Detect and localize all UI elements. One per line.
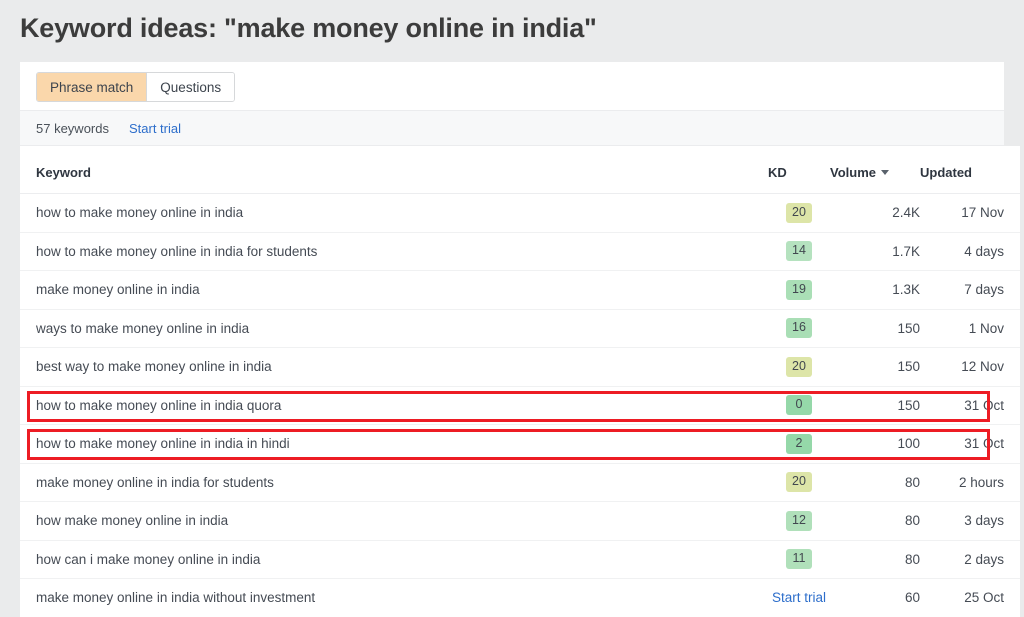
cell-kd: 20 bbox=[768, 193, 830, 233]
cell-volume: 80 bbox=[830, 501, 920, 541]
cell-updated: 31 Oct bbox=[920, 386, 1020, 425]
cell-keyword[interactable]: make money online in india bbox=[20, 270, 768, 310]
start-trial-link-meta[interactable]: Start trial bbox=[129, 121, 181, 136]
caret-down-icon bbox=[881, 170, 889, 175]
cell-updated: 25 Oct bbox=[920, 578, 1020, 617]
kd-badge: 12 bbox=[786, 510, 812, 531]
cell-updated: 17 Nov bbox=[920, 193, 1020, 233]
kd-badge: 0 bbox=[786, 395, 812, 416]
cell-keyword[interactable]: how to make money online in india quora bbox=[20, 386, 768, 425]
cell-keyword[interactable]: how can i make money online in india bbox=[20, 540, 768, 579]
keyword-ideas-page: Keyword ideas: "make money online in ind… bbox=[0, 0, 1024, 617]
cell-keyword[interactable]: best way to make money online in india bbox=[20, 347, 768, 387]
table-row[interactable]: how to make money online in india 20 2.4K 1… bbox=[20, 193, 1020, 233]
cell-updated: 2 days bbox=[920, 540, 1020, 579]
table-row[interactable]: make money online in india without inves… bbox=[20, 578, 1020, 617]
cell-kd: 19 bbox=[768, 270, 830, 310]
cell-volume: 1.3K bbox=[830, 270, 920, 310]
cell-keyword[interactable]: make money online in india for students bbox=[20, 463, 768, 502]
cell-updated: 2 hours bbox=[920, 463, 1020, 502]
column-header-updated[interactable]: Updated bbox=[920, 146, 1020, 194]
kd-badge: 11 bbox=[786, 549, 812, 570]
table-row[interactable]: make money online in india 19 1.3K 7 days bbox=[20, 270, 1020, 310]
cell-volume: 80 bbox=[830, 463, 920, 502]
column-header-volume-label: Volume bbox=[830, 165, 876, 180]
cell-kd: 16 bbox=[768, 309, 830, 348]
keyword-table: Keyword KD Volume Updated how to make mo… bbox=[20, 146, 1020, 617]
tabs-bar: Phrase match Questions bbox=[20, 62, 1004, 110]
kd-badge: 20 bbox=[786, 472, 812, 493]
keyword-table-body: how to make money online in india 20 2.4K 1… bbox=[20, 193, 1020, 617]
column-header-kd[interactable]: KD bbox=[768, 146, 830, 194]
cell-volume: 1.7K bbox=[830, 232, 920, 271]
cell-keyword[interactable]: how to make money online in india bbox=[20, 193, 768, 233]
cell-updated: 31 Oct bbox=[920, 424, 1020, 464]
results-meta-bar: 57 keywords Start trial bbox=[20, 110, 1004, 146]
cell-keyword[interactable]: how to make money online in india in hin… bbox=[20, 424, 768, 464]
keyword-table-header: Keyword KD Volume Updated bbox=[20, 146, 1020, 194]
table-row[interactable]: ways to make money online in india 16 150 1… bbox=[20, 309, 1020, 348]
table-header-row: Keyword KD Volume Updated bbox=[20, 146, 1020, 194]
cell-kd: 20 bbox=[768, 463, 830, 502]
cell-updated: 3 days bbox=[920, 501, 1020, 541]
tab-questions[interactable]: Questions bbox=[146, 73, 235, 101]
kd-badge: 16 bbox=[786, 318, 812, 339]
table-row[interactable]: how make money online in india 12 80 3 days bbox=[20, 501, 1020, 541]
column-header-volume[interactable]: Volume bbox=[830, 146, 920, 194]
page-title: Keyword ideas: "make money online in ind… bbox=[20, 13, 597, 43]
cell-keyword[interactable]: ways to make money online in india bbox=[20, 309, 768, 348]
kd-badge: 14 bbox=[786, 241, 812, 262]
table-row[interactable]: best way to make money online in india 20… bbox=[20, 347, 1020, 387]
cell-volume: 60 bbox=[830, 578, 920, 617]
cell-volume: 2.4K bbox=[830, 193, 920, 233]
table-row[interactable]: how to make money online in india quora 0… bbox=[20, 386, 1020, 425]
match-type-tabs: Phrase match Questions bbox=[36, 72, 236, 102]
cell-kd: 2 bbox=[768, 424, 830, 464]
cell-volume: 150 bbox=[830, 347, 920, 387]
cell-volume: 100 bbox=[830, 424, 920, 464]
cell-kd: 20 bbox=[768, 347, 830, 387]
cell-volume: 150 bbox=[830, 386, 920, 425]
table-row[interactable]: how to make money online in india for st… bbox=[20, 232, 1020, 271]
cell-updated: 7 days bbox=[920, 270, 1020, 310]
table-row[interactable]: how to make money online in india in hin… bbox=[20, 424, 1020, 464]
tab-phrase-match[interactable]: Phrase match bbox=[37, 73, 147, 101]
cell-volume: 150 bbox=[830, 309, 920, 348]
cell-kd: 14 bbox=[768, 232, 830, 271]
cell-keyword[interactable]: make money online in india without inves… bbox=[20, 578, 768, 617]
cell-updated: 1 Nov bbox=[920, 309, 1020, 348]
cell-volume: 80 bbox=[830, 540, 920, 579]
start-trial-link-row[interactable]: Start trial bbox=[772, 590, 826, 605]
cell-updated: 12 Nov bbox=[920, 347, 1020, 387]
cell-kd: 12 bbox=[768, 501, 830, 541]
keyword-ideas-card: Phrase match Questions 57 keywords Start… bbox=[20, 62, 1020, 617]
kd-badge: 19 bbox=[786, 279, 812, 300]
kd-badge: 2 bbox=[786, 433, 812, 454]
kd-badge: 20 bbox=[786, 356, 812, 377]
cell-updated: 4 days bbox=[920, 232, 1020, 271]
cell-keyword[interactable]: how to make money online in india for st… bbox=[20, 232, 768, 271]
table-row[interactable]: how can i make money online in india 11 80… bbox=[20, 540, 1020, 579]
table-row[interactable]: make money online in india for students 2… bbox=[20, 463, 1020, 502]
column-header-keyword[interactable]: Keyword bbox=[20, 146, 768, 194]
cell-kd: 11 bbox=[768, 540, 830, 579]
cell-kd: Start trial bbox=[768, 578, 830, 617]
keyword-count-label: 57 keywords bbox=[36, 120, 109, 136]
cell-kd: 0 bbox=[768, 386, 830, 425]
cell-keyword[interactable]: how make money online in india bbox=[20, 501, 768, 541]
kd-badge: 20 bbox=[786, 202, 812, 223]
